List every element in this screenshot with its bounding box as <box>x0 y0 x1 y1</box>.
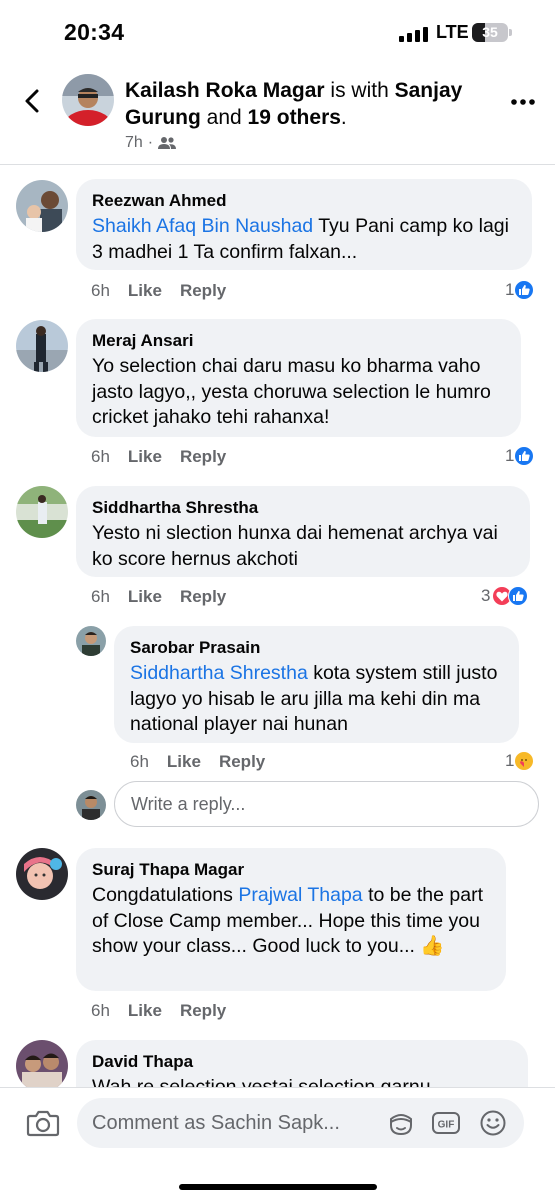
reply-button[interactable]: Reply <box>219 752 265 772</box>
reaction-count[interactable]: 1 <box>505 751 535 771</box>
emoji-button[interactable] <box>479 1109 507 1137</box>
camera-button[interactable] <box>26 1108 60 1138</box>
care-reaction-icon <box>514 751 535 771</box>
smiley-icon <box>480 1110 506 1136</box>
gif-button[interactable]: GIF <box>431 1109 460 1137</box>
reaction-count[interactable]: 3 <box>481 586 529 606</box>
avatar-sticker-button[interactable] <box>387 1109 415 1137</box>
tagged-others[interactable]: 19 others <box>248 106 341 129</box>
comment-author[interactable]: Meraj Ansari <box>92 330 506 351</box>
author-name[interactable]: Kailash Roka Magar <box>125 79 325 102</box>
like-reaction-icon <box>508 586 529 606</box>
mention-link[interactable]: Shaikh Afaq Bin Naushad <box>92 215 313 237</box>
current-user-avatar <box>76 790 106 820</box>
comment-actions: 6h Like Reply <box>91 447 226 467</box>
comment-time[interactable]: 6h <box>91 587 110 607</box>
author-avatar[interactable] <box>62 74 114 126</box>
reply-button[interactable]: Reply <box>180 587 226 607</box>
comment-bubble: Sarobar Prasain Siddhartha Shrestha kota… <box>114 626 519 743</box>
comment-composer: GIF <box>0 1087 555 1200</box>
mention-link[interactable]: Siddhartha Shrestha <box>130 662 308 684</box>
like-button[interactable]: Like <box>128 281 162 301</box>
comment-bubble: Meraj Ansari Yo selection chai daru masu… <box>76 319 521 437</box>
battery-icon: 35 <box>472 23 508 42</box>
reply-input[interactable] <box>115 782 538 826</box>
network-type: LTE <box>436 22 469 42</box>
reply-input-field[interactable] <box>114 781 539 827</box>
comment-author[interactable]: Sarobar Prasain <box>130 637 504 658</box>
avatar-sticker-icon <box>390 1114 412 1136</box>
comment-author[interactable]: Suraj Thapa Magar <box>92 859 491 880</box>
commenter-avatar[interactable] <box>16 848 68 900</box>
reply-button[interactable]: Reply <box>180 281 226 301</box>
commenter-avatar[interactable] <box>16 486 68 538</box>
commenter-avatar[interactable] <box>16 320 68 372</box>
comment-actions: 6h Like Reply <box>91 1001 226 1021</box>
comment-text: Siddhartha Shrestha kota system still ju… <box>130 662 498 735</box>
comment-actions: 6h Like Reply <box>130 752 265 772</box>
comment-author[interactable]: David Thapa <box>92 1051 513 1072</box>
comment-text: Yo selection chai daru masu ko bharma va… <box>92 355 491 428</box>
comment-bubble: Suraj Thapa Magar Congdatulations Prajwa… <box>76 848 506 991</box>
like-button[interactable]: Like <box>167 752 201 772</box>
status-time: 20:34 <box>64 19 125 45</box>
post-title: Kailash Roka Magar is with Sanjay Gurung… <box>125 79 463 129</box>
like-button[interactable]: Like <box>128 1001 162 1021</box>
chevron-left-icon <box>25 89 39 113</box>
mention-link[interactable]: Prajwal Thapa <box>238 884 362 906</box>
comment-actions: 6h Like Reply <box>91 587 226 607</box>
battery-nub <box>509 29 512 36</box>
post-meta: 7h · <box>125 134 177 152</box>
reply-button[interactable]: Reply <box>180 1001 226 1021</box>
home-indicator[interactable] <box>179 1184 377 1190</box>
comment-author[interactable]: Siddhartha Shrestha <box>92 497 515 518</box>
commenter-avatar[interactable] <box>16 1040 68 1092</box>
friends-icon <box>158 137 177 149</box>
cellular-signal-icon <box>399 26 429 42</box>
back-button[interactable] <box>18 86 48 116</box>
reaction-count[interactable]: 1 <box>505 446 535 466</box>
reply-button[interactable]: Reply <box>180 447 226 467</box>
comment-author[interactable]: Reezwan Ahmed <box>92 190 517 211</box>
comment-input[interactable] <box>77 1098 367 1148</box>
comment-time[interactable]: 6h <box>91 281 110 301</box>
comment-actions: 6h Like Reply <box>91 281 226 301</box>
status-bar: 20:34 LTE 35 <box>0 0 555 62</box>
camera-icon <box>26 1110 60 1137</box>
svg-text:GIF: GIF <box>438 1120 455 1131</box>
comment-bubble: Reezwan Ahmed Shaikh Afaq Bin Naushad Ty… <box>76 179 532 270</box>
post-time[interactable]: 7h <box>125 134 143 152</box>
comment-input-field[interactable]: GIF <box>77 1098 524 1148</box>
comment-time[interactable]: 6h <box>91 1001 110 1021</box>
more-horizontal-icon <box>511 99 535 105</box>
comment-text: Congdatulations Prajwal Thapa to be the … <box>92 884 483 957</box>
commenter-avatar[interactable] <box>16 180 68 232</box>
like-button[interactable]: Like <box>128 587 162 607</box>
commenter-avatar[interactable] <box>76 626 106 656</box>
like-reaction-icon <box>514 446 535 466</box>
reaction-count[interactable]: 1 <box>505 280 535 300</box>
comment-time[interactable]: 6h <box>91 447 110 467</box>
more-options-button[interactable] <box>510 89 536 115</box>
comment-time[interactable]: 6h <box>130 752 149 772</box>
comment-text: Shaikh Afaq Bin Naushad Tyu Pani camp ko… <box>92 215 509 263</box>
comment-text: Yesto ni slection hunxa dai hemenat arch… <box>92 522 498 570</box>
gif-icon: GIF <box>432 1112 460 1134</box>
like-reaction-icon <box>514 280 535 300</box>
post-header: Kailash Roka Magar is with Sanjay Gurung… <box>0 62 555 165</box>
like-button[interactable]: Like <box>128 447 162 467</box>
comment-bubble: Siddhartha Shrestha Yesto ni slection hu… <box>76 486 530 577</box>
battery-percent: 35 <box>482 24 498 40</box>
